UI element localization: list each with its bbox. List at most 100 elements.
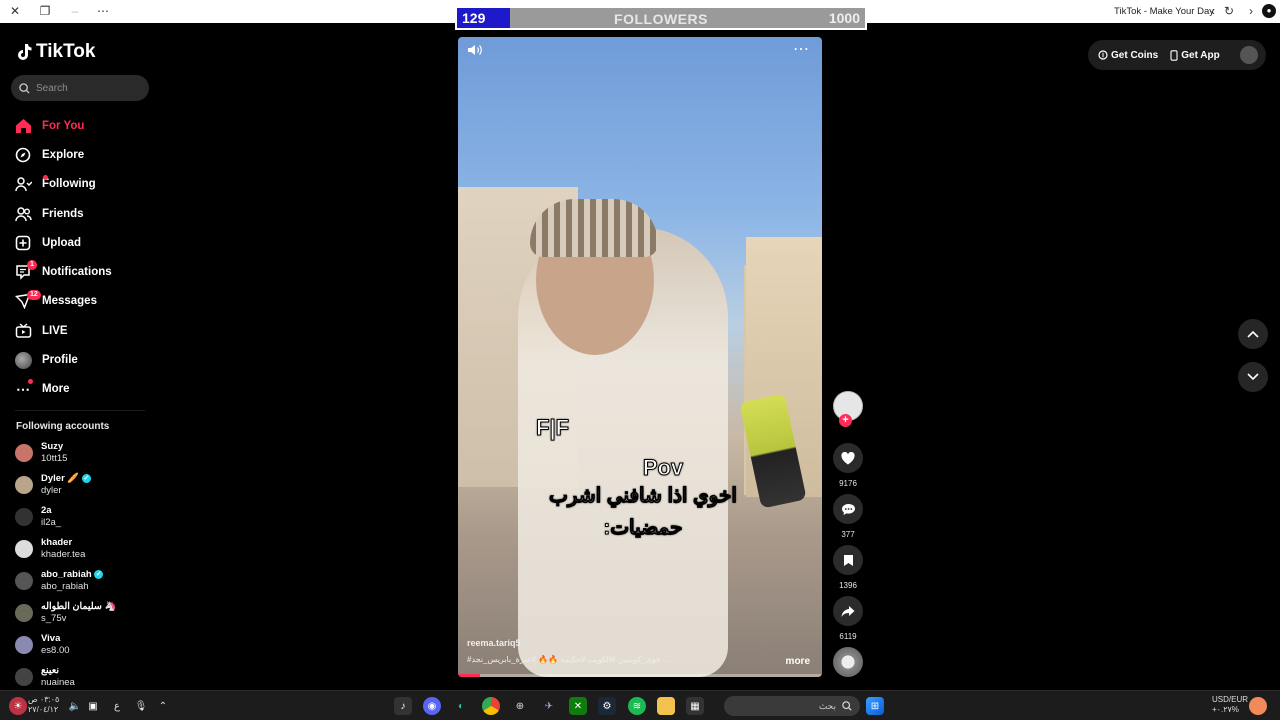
nav-upload[interactable]: Upload xyxy=(14,228,154,257)
nav-label: More xyxy=(42,383,70,396)
following-account-item[interactable]: abo_rabiah ✓ abo_rabiah xyxy=(15,569,155,601)
video-player[interactable]: ⋯ F|F Pov اخوي اذا شافني اشرب حمضيات: re… xyxy=(458,37,822,677)
taskbar-search-label: بحث xyxy=(818,700,836,711)
account-name: 2a xyxy=(41,505,52,516)
sidebar-divider xyxy=(15,410,145,411)
discord-app-icon[interactable]: ◉ xyxy=(423,697,441,715)
video-hashtags[interactable]: #حوى_كويتيين #الكويت #حكيمه 🔥🔥 #عنزة_باب… xyxy=(467,655,717,664)
nav-more[interactable]: ⋯ More xyxy=(14,375,154,404)
like-action[interactable]: 9176 xyxy=(830,443,866,488)
nav-explore[interactable]: Explore xyxy=(14,140,154,169)
follow-plus-icon[interactable]: + xyxy=(839,414,852,427)
spotify-app-icon[interactable]: ≋ xyxy=(628,697,646,715)
reload-icon[interactable]: ↻ xyxy=(1222,4,1236,18)
start-windows-icon[interactable]: ⊞ xyxy=(866,697,884,715)
nav-label: Explore xyxy=(42,148,85,161)
save-action[interactable]: 1396 xyxy=(830,545,866,590)
video-overlay-text: F|F xyxy=(535,415,570,441)
share-action[interactable]: 6119 xyxy=(830,596,866,641)
browser-avatar-icon[interactable]: ● xyxy=(1262,4,1276,18)
minimize-window-icon[interactable]: – xyxy=(68,4,82,18)
store-app-icon[interactable]: ▦ xyxy=(686,697,704,715)
comment-action[interactable]: 377 xyxy=(830,494,866,539)
clock-date: ٢٧/٠٤/١٢ xyxy=(28,705,59,714)
video-progress-bar[interactable] xyxy=(458,674,822,677)
account-handle: dyler xyxy=(41,485,62,496)
nav-for-you[interactable]: For You xyxy=(14,111,154,140)
edge-app-icon[interactable]: ◐ xyxy=(452,697,470,715)
search-input[interactable] xyxy=(36,82,136,94)
weather-icon[interactable]: ☀ xyxy=(9,697,27,715)
nav-notifications[interactable]: Notifications 1 xyxy=(14,257,154,286)
following-account-item[interactable]: سليمان الطواله 🦄 s_75v xyxy=(15,601,155,633)
copilot-icon[interactable] xyxy=(1249,697,1267,715)
chrome-app-icon[interactable] xyxy=(482,697,500,715)
following-unread-dot xyxy=(43,174,48,180)
following-account-item[interactable]: Viva es8.00 xyxy=(15,633,155,665)
previous-video-button[interactable] xyxy=(1238,319,1268,349)
back-icon[interactable]: ‹ xyxy=(1206,4,1220,18)
tiktok-note-icon xyxy=(18,44,32,60)
nav-messages[interactable]: Messages 12 xyxy=(14,287,154,316)
nav-live[interactable]: LIVE xyxy=(14,316,154,345)
nav-friends[interactable]: Friends xyxy=(14,199,154,228)
nav-following[interactable]: Following xyxy=(14,170,154,199)
live-tv-icon xyxy=(14,322,32,340)
avatar xyxy=(15,636,33,654)
account-handle: s_75v xyxy=(41,613,67,624)
description-more-link[interactable]: more xyxy=(786,656,810,667)
search-box[interactable] xyxy=(11,75,149,101)
video-frame-scene xyxy=(530,199,658,257)
taskbar-search[interactable]: بحث xyxy=(724,696,860,716)
network-icon[interactable]: ▣ xyxy=(84,697,102,715)
tray-chevron-icon[interactable]: ⌃ xyxy=(154,697,172,715)
avatar xyxy=(15,572,33,590)
friends-icon xyxy=(14,205,32,223)
home-icon xyxy=(14,117,32,135)
window-title: TikTok - Make Your Day xyxy=(1114,6,1214,17)
share-icon[interactable] xyxy=(833,596,863,626)
bookmark-icon[interactable] xyxy=(833,545,863,575)
fx-ticker[interactable]: USD/EUR +٠.٢٧% xyxy=(1212,695,1248,715)
get-app-button[interactable]: Get App xyxy=(1170,50,1220,61)
nav-label: Upload xyxy=(42,236,81,249)
restore-window-icon[interactable]: ❐ xyxy=(38,4,52,18)
video-options-icon[interactable]: ⋯ xyxy=(793,39,810,59)
following-account-item[interactable]: khader khader.tea xyxy=(15,537,155,569)
close-window-icon[interactable]: ✕ xyxy=(8,4,22,18)
tiktok-logo[interactable]: TikTok xyxy=(16,40,95,64)
game-app-icon[interactable]: ⊕ xyxy=(511,697,529,715)
upload-icon xyxy=(14,234,32,252)
plane-app-icon[interactable]: ✈ xyxy=(540,697,558,715)
save-count: 1396 xyxy=(839,581,857,590)
steam-app-icon[interactable]: ⚙ xyxy=(598,697,616,715)
forward-icon[interactable]: › xyxy=(1244,4,1258,18)
account-name: khader xyxy=(41,537,73,548)
system-clock[interactable]: ٠٣:٠٥ ص ٢٧/٠٤/١٢ xyxy=(28,695,59,715)
following-account-item[interactable]: Dyler 🥖 ✓ dyler xyxy=(15,473,155,505)
following-account-item[interactable]: Suzy 10tt15 xyxy=(15,441,155,473)
music-disc-icon[interactable] xyxy=(833,647,863,677)
next-video-button[interactable] xyxy=(1238,362,1268,392)
profile-avatar[interactable] xyxy=(1240,46,1258,64)
following-account-item[interactable]: 2a il2a_ xyxy=(15,505,155,537)
heart-icon[interactable] xyxy=(833,443,863,473)
input-language[interactable]: ع xyxy=(108,697,126,715)
followers-goal: 1000 xyxy=(828,10,860,26)
nav-label: LIVE xyxy=(42,324,68,337)
window-menu-icon[interactable]: ⋯ xyxy=(96,4,110,18)
nav-profile[interactable]: Profile xyxy=(14,345,154,374)
video-caption-line: اخوي اذا شافني اشرب xyxy=(549,485,738,508)
comment-count: 377 xyxy=(841,530,855,539)
file-explorer-icon[interactable] xyxy=(657,697,675,715)
avatar xyxy=(15,604,33,622)
phone-icon xyxy=(1170,49,1178,61)
video-author[interactable]: reema.tariq5 xyxy=(467,638,521,648)
volume-icon[interactable] xyxy=(467,43,483,57)
tiktok-app-icon[interactable]: ♪ xyxy=(394,697,412,715)
get-coins-button[interactable]: Get Coins xyxy=(1098,50,1158,61)
speaker-icon[interactable]: 🔈 xyxy=(66,697,84,715)
xbox-app-icon[interactable]: ✕ xyxy=(569,697,587,715)
comment-icon[interactable] xyxy=(833,494,863,524)
microphone-icon[interactable]: 🎙 xyxy=(132,697,150,715)
